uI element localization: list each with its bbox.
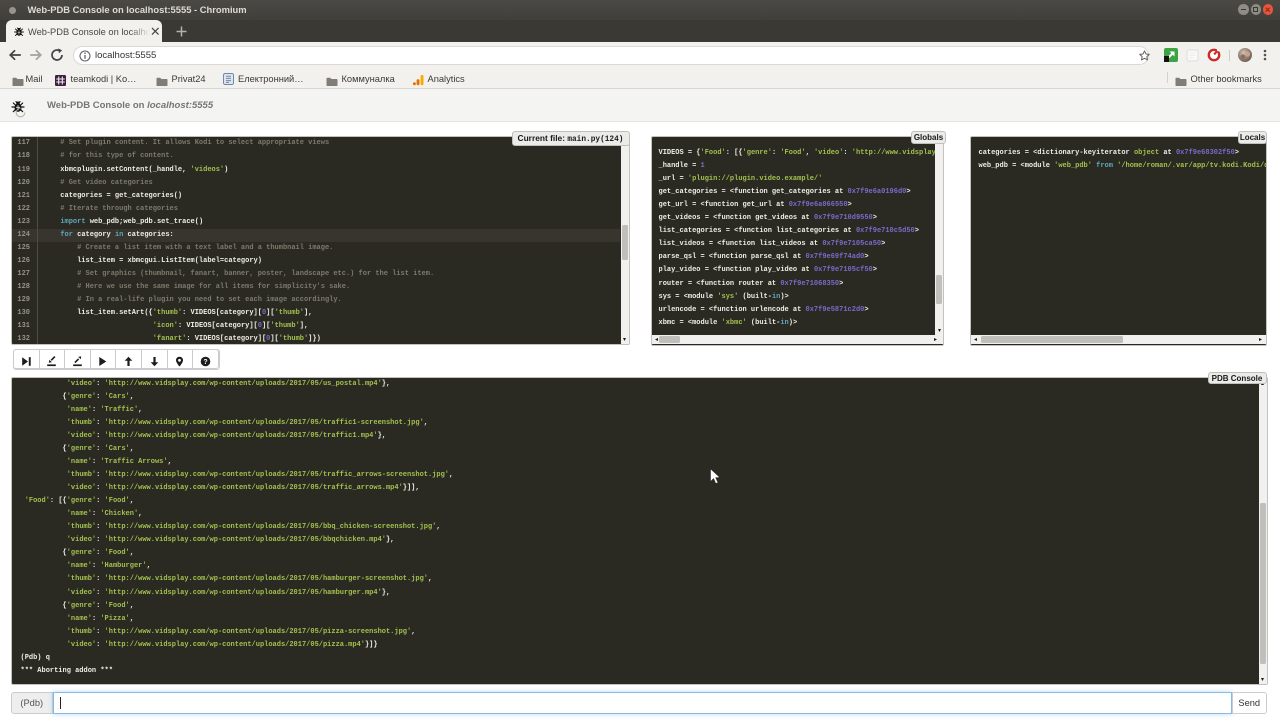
svg-text:?: ? xyxy=(203,359,207,366)
